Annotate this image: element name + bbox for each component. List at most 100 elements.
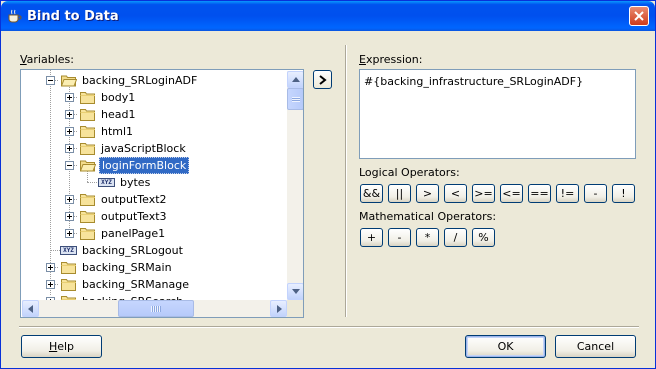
logical-operator-button[interactable]: ==	[528, 184, 551, 203]
expression-label: Expression:	[359, 53, 423, 66]
logical-operator-button[interactable]: >	[416, 184, 439, 203]
ok-button[interactable]: OK	[465, 335, 546, 358]
expression-value: #{backing_infrastructure_SRLoginADF}	[364, 75, 584, 88]
tree-item-label: loginFormBlock	[99, 157, 190, 174]
horizontal-scroll-thumb[interactable]	[118, 300, 194, 317]
expand-icon[interactable]	[65, 127, 74, 136]
tree-item[interactable]: body1	[21, 89, 286, 106]
math-operator-button[interactable]: *	[416, 228, 439, 247]
horizontal-scrollbar[interactable]	[22, 300, 287, 317]
tree-item-label: backing_SRManage	[82, 278, 189, 291]
logical-operator-button[interactable]: <	[444, 184, 467, 203]
tree-item[interactable]: XYZ backing_SRLogout	[21, 242, 286, 259]
close-button[interactable]	[629, 6, 649, 26]
cancel-button[interactable]: Cancel	[555, 335, 636, 358]
logical-operators-label: Logical Operators:	[359, 166, 460, 179]
logical-operator-button[interactable]: &&	[360, 184, 383, 203]
tree-item[interactable]: panelPage1	[21, 225, 286, 242]
tree-item[interactable]: backing_SRManage	[21, 276, 286, 293]
expand-icon[interactable]	[65, 110, 74, 119]
math-operator-button[interactable]: -	[388, 228, 411, 247]
folder-icon	[61, 262, 76, 274]
math-operator-button[interactable]: %	[472, 228, 495, 247]
tree-item[interactable]: outputText3	[21, 208, 286, 225]
expand-icon[interactable]	[65, 93, 74, 102]
tree-item[interactable]: XYZ bytes	[21, 174, 286, 191]
tree-item-label: outputText3	[101, 210, 167, 223]
tree-item[interactable]: outputText2	[21, 191, 286, 208]
variables-tree[interactable]: backing_SRLoginADF body1 head1 html1 javaScr…	[20, 69, 304, 318]
folder-icon	[80, 143, 95, 155]
chevron-left-icon	[28, 305, 33, 313]
section-divider-highlight	[346, 45, 347, 317]
scroll-up-button[interactable]	[287, 71, 303, 88]
chevron-up-icon	[292, 77, 300, 82]
chevron-right-icon	[319, 75, 327, 85]
chevron-down-icon	[292, 289, 300, 294]
logical-operator-button[interactable]: <=	[500, 184, 523, 203]
scroll-left-button[interactable]	[22, 300, 39, 317]
scroll-corner	[287, 300, 303, 317]
expand-icon[interactable]	[46, 280, 55, 289]
expand-icon[interactable]	[65, 144, 74, 153]
folder-icon	[80, 109, 95, 121]
footer-divider	[19, 326, 639, 328]
tree-item-label: backing_SRLoginADF	[82, 74, 198, 87]
expand-icon[interactable]	[65, 229, 74, 238]
scroll-down-button[interactable]	[287, 283, 303, 300]
tree-item[interactable]: html1	[21, 123, 286, 140]
folder-icon	[80, 126, 95, 138]
tree-item[interactable]: backing_SRMain	[21, 259, 286, 276]
logical-operator-button[interactable]: !=	[556, 184, 579, 203]
tree-item[interactable]: backing_SRLoginADF	[21, 72, 286, 89]
coffee-cup-icon	[6, 8, 22, 24]
help-button-label: Help	[48, 340, 75, 353]
tree-item-label: outputText2	[101, 193, 167, 206]
folder-icon	[80, 194, 95, 206]
vertical-scrollbar[interactable]	[287, 71, 303, 300]
logical-operator-button[interactable]: !	[612, 184, 635, 203]
variable-icon: XYZ	[98, 178, 115, 187]
window-title: Bind to Data	[27, 9, 119, 24]
variables-label: Variables:	[20, 53, 74, 66]
logical-operator-button[interactable]: -	[584, 184, 607, 203]
tree-item-label: panelPage1	[101, 227, 166, 240]
tree-item-label: bytes	[120, 176, 151, 189]
tree-item[interactable]: javaScriptBlock	[21, 140, 286, 157]
ok-button-label: OK	[497, 340, 514, 353]
expand-icon[interactable]	[65, 212, 74, 221]
math-operator-button[interactable]: /	[444, 228, 467, 247]
title-bar[interactable]: Bind to Data	[1, 1, 655, 31]
help-button[interactable]: Help	[21, 335, 102, 358]
math-operators-label: Mathematical Operators:	[359, 210, 497, 223]
collapse-icon[interactable]	[65, 161, 74, 170]
cancel-button-label: Cancel	[576, 340, 615, 353]
add-to-expression-button[interactable]	[313, 70, 332, 89]
tree-item[interactable]: loginFormBlock	[21, 157, 286, 174]
chevron-right-icon	[277, 305, 282, 313]
expand-icon[interactable]	[46, 263, 55, 272]
math-operator-button[interactable]: +	[360, 228, 383, 247]
bind-to-data-dialog: Bind to Data Variables: backing_SRLoginA…	[0, 0, 656, 369]
vertical-scroll-thumb[interactable]	[287, 88, 303, 110]
folder-icon	[61, 279, 76, 291]
folder-icon	[80, 92, 95, 104]
expression-textarea[interactable]: #{backing_infrastructure_SRLoginADF}	[359, 69, 636, 159]
tree-item-label: html1	[101, 125, 134, 138]
expand-icon[interactable]	[65, 195, 74, 204]
scroll-right-button[interactable]	[270, 300, 287, 317]
variable-icon: XYZ	[60, 246, 77, 255]
logical-operator-button[interactable]: >=	[472, 184, 495, 203]
collapse-icon[interactable]	[46, 76, 55, 85]
tree-item-label: backing_SRMain	[82, 261, 172, 274]
tree-item-label: backing_SRLogout	[82, 244, 183, 257]
tree-item[interactable]: head1	[21, 106, 286, 123]
tree-item-label: javaScriptBlock	[101, 142, 186, 155]
folder-icon	[80, 228, 95, 240]
tree-item-label: body1	[101, 91, 136, 104]
logical-operator-button[interactable]: ||	[388, 184, 411, 203]
open-folder-icon	[61, 75, 77, 87]
close-icon	[634, 11, 644, 21]
tree-item-label: head1	[101, 108, 136, 121]
folder-icon	[80, 211, 95, 223]
